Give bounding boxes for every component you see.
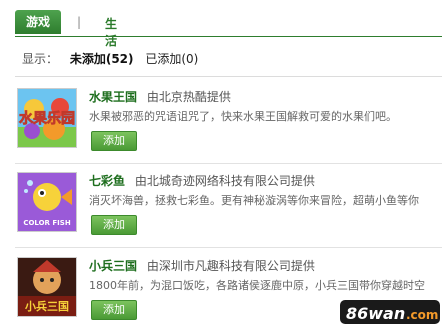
tab-underline bbox=[15, 36, 442, 37]
add-button[interactable]: 添加 bbox=[91, 300, 137, 320]
game-thumbnail-fruit-kingdom[interactable]: 水果乐园 bbox=[17, 88, 77, 148]
game-name[interactable]: 七彩鱼 bbox=[89, 174, 125, 188]
game-description: 水果被邪恶的咒语诅咒了，快来水果王国解救可爱的水果们吧。 bbox=[89, 110, 397, 123]
add-button[interactable]: 添加 bbox=[91, 215, 137, 235]
watermark-text: 86wan bbox=[346, 304, 405, 323]
thumb-text-soldier: 小兵三国 bbox=[24, 299, 69, 313]
tab-separator: | bbox=[77, 15, 82, 29]
thumb-text-fish: COLOR FISH bbox=[23, 219, 71, 227]
display-filter: 显示： 未添加(52) 已添加(0) bbox=[22, 50, 206, 67]
game-description: 消灭坏海兽，拯救七彩鱼。更有神秘漩涡等你来冒险，超萌小鱼等你 bbox=[89, 194, 419, 207]
watermark-suffix: .com bbox=[406, 308, 438, 322]
game-provider: 由深圳市凡趣科技有限公司提供 bbox=[146, 259, 315, 273]
game-name[interactable]: 小兵三国 bbox=[89, 259, 137, 273]
filter-label: 显示： bbox=[22, 52, 59, 66]
add-button[interactable]: 添加 bbox=[91, 131, 137, 151]
game-thumbnail-color-fish[interactable]: COLOR FISH bbox=[17, 172, 77, 232]
game-name[interactable]: 水果王国 bbox=[89, 90, 137, 104]
game-divider bbox=[15, 247, 442, 248]
filter-added[interactable]: 已添加(0) bbox=[145, 52, 198, 66]
game-provider: 由北城奇迹网络科技有限公司提供 bbox=[134, 174, 315, 188]
game-item-color-fish: COLOR FISH 七彩鱼 由北城奇迹网络科技有限公司提供 消灭坏海兽，拯救七… bbox=[15, 172, 442, 250]
tab-life[interactable]: 生活 bbox=[105, 15, 117, 49]
filter-not-added[interactable]: 未添加(52) bbox=[70, 52, 134, 66]
filter-divider bbox=[15, 76, 442, 77]
game-divider bbox=[15, 163, 442, 164]
thumb-text-fruit: 水果乐园 bbox=[19, 110, 75, 127]
game-item-fruit-kingdom: 水果乐园 水果王国 由北京热酷提供 水果被邪恶的咒语诅咒了，快来水果王国解救可爱… bbox=[15, 88, 442, 166]
game-thumbnail-soldier-three-kingdoms[interactable]: 小兵三国 bbox=[17, 257, 77, 317]
game-description: 1800年前，为混口饭吃，各路诸侯逐鹿中原，小兵三国带你穿越时空 bbox=[89, 279, 425, 292]
game-provider: 由北京热酷提供 bbox=[146, 90, 231, 104]
site-watermark-logo: 86wan .com bbox=[340, 298, 440, 326]
tab-games[interactable]: 游戏 bbox=[15, 10, 61, 34]
